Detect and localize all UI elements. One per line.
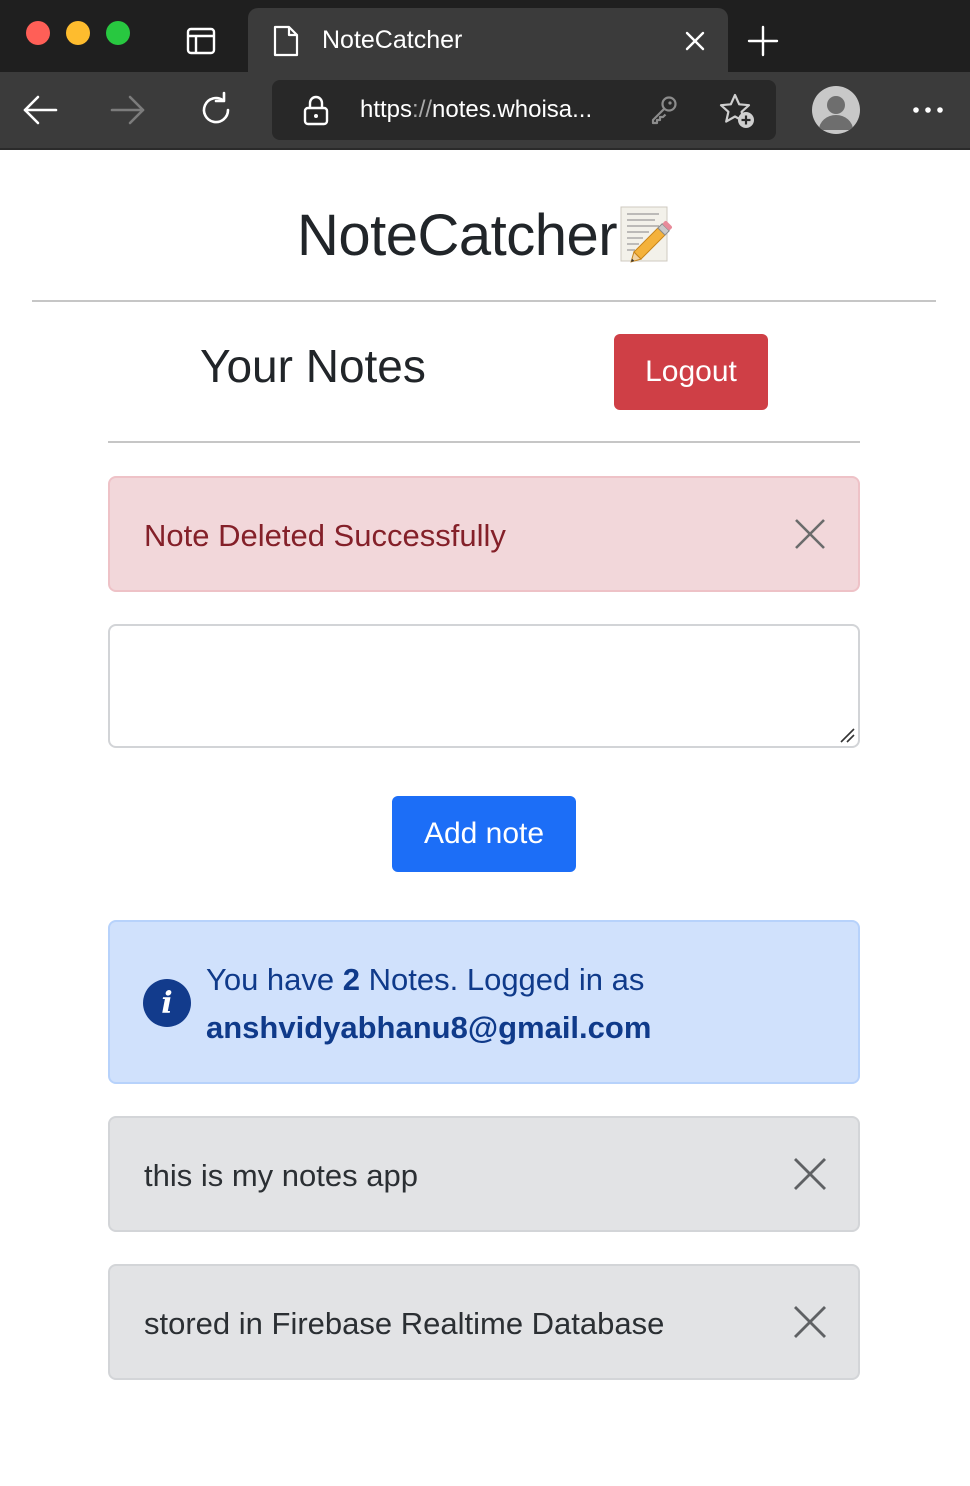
note-item: this is my notes app [108,1116,860,1232]
forward-arrow-icon[interactable] [108,90,148,130]
plus-icon[interactable] [744,22,782,60]
favorite-add-icon[interactable] [718,92,756,130]
add-note-button[interactable]: Add note [392,796,576,872]
person-icon [819,96,853,130]
delete-note-icon[interactable] [792,1304,828,1340]
deleted-alert: Note Deleted Successfully [108,476,860,592]
reload-icon[interactable] [196,90,236,130]
address-bar[interactable]: https://notes.whoisa... [272,80,776,140]
notes-count-text: You have 2 Notes. Logged in as [206,960,644,1000]
profile-avatar[interactable] [812,86,860,134]
logout-button[interactable]: Logout [614,334,768,410]
close-icon[interactable] [792,516,828,552]
memo-icon [620,206,673,263]
browser-titlebar: NoteCatcher [0,0,970,72]
url-separator: :// [412,96,433,123]
notes-count: 2 [342,962,361,997]
tab-title: NoteCatcher [322,26,463,54]
window-minimize-button[interactable] [66,21,90,45]
user-email: anshvidyabhanu8@gmail.com [206,1010,652,1045]
note-text: this is my notes app [144,1158,418,1193]
key-icon[interactable] [648,94,680,126]
divider-top [32,300,936,302]
page-title: Your Notes [200,340,426,392]
note-input[interactable] [108,624,860,748]
back-arrow-icon[interactable] [20,90,60,130]
url-host: notes.whoisa... [432,96,593,123]
svg-text:i: i [161,986,172,1021]
page-icon [273,25,299,57]
lock-icon[interactable] [302,94,330,126]
alert-message: Note Deleted Successfully [144,518,506,553]
delete-note-icon[interactable] [792,1156,828,1192]
tab-actions-icon[interactable] [184,24,218,58]
window-close-button[interactable] [26,21,50,45]
info-alert: i You have 2 Notes. Logged in as anshvid… [108,920,860,1084]
url-text[interactable]: https://notes.whoisa... [360,94,592,126]
divider-mid [108,441,860,443]
browser-tab[interactable]: NoteCatcher [248,8,728,72]
info-prefix: You have [206,962,343,997]
browser-toolbar: https://notes.whoisa... [0,72,970,150]
note-item: stored in Firebase Realtime Database [108,1264,860,1380]
close-icon[interactable] [680,26,710,56]
info-icon: i [143,979,191,1027]
window-maximize-button[interactable] [106,21,130,45]
note-text: stored in Firebase Realtime Database [144,1306,665,1341]
url-scheme: https [360,96,413,123]
more-icon[interactable] [906,98,950,122]
info-suffix: Notes. Logged in as [360,962,645,997]
brand-title: NoteCatcher [296,203,618,268]
page-brand: NoteCatcher [0,200,970,272]
